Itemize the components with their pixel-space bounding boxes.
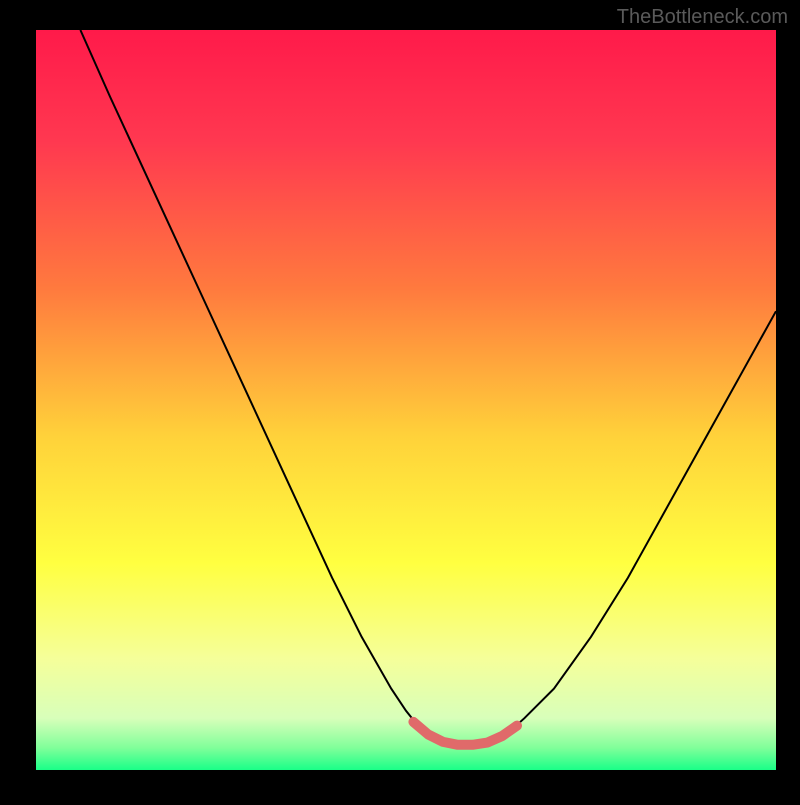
chart-svg — [0, 0, 800, 800]
chart-container: TheBottleneck.com — [0, 0, 800, 800]
watermark-text: TheBottleneck.com — [617, 6, 788, 29]
plot-background — [36, 30, 776, 770]
